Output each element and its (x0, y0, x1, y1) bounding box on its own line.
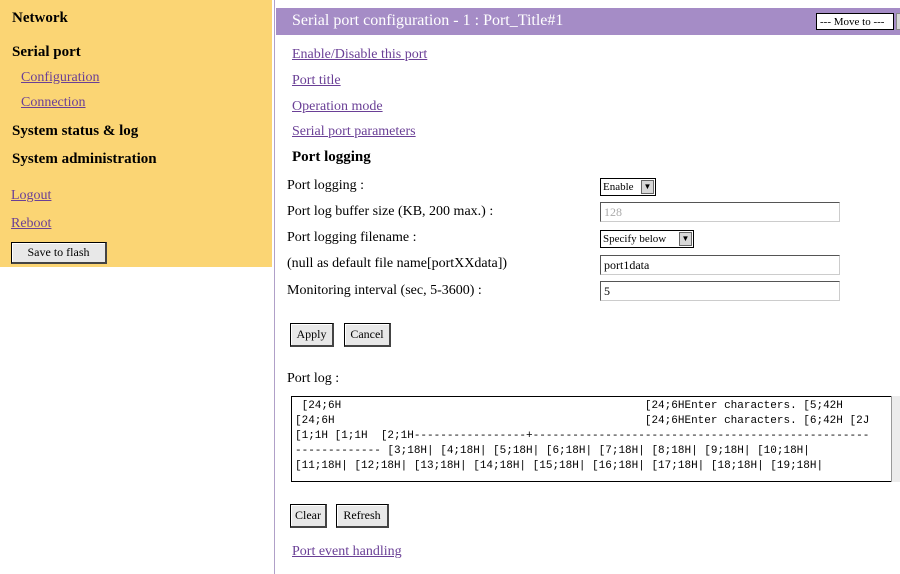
port-event-handling-link[interactable]: Port event handling (292, 544, 402, 560)
filename-field[interactable]: port1data (600, 255, 840, 275)
sidebar-item-configuration[interactable]: Configuration (21, 70, 100, 86)
move-to-select[interactable]: --- Move to --- (816, 13, 894, 30)
chevron-down-icon: ▼ (679, 232, 692, 246)
port-logging-value: Enable (603, 181, 634, 193)
chevron-down-icon: ▼ (641, 180, 654, 194)
cancel-button[interactable]: Cancel (344, 323, 391, 347)
save-to-flash-button[interactable]: Save to flash (11, 242, 107, 264)
logout-link[interactable]: Logout (11, 188, 51, 204)
port-title-link[interactable]: Port title (292, 73, 341, 89)
port-logging-label: Port logging : (287, 178, 365, 193)
log-line: ------------- [3;18H| [4;18H| [5;18H| [6… (295, 445, 810, 457)
sidebar-item-network[interactable]: Network (12, 10, 68, 27)
monitoring-interval-label: Monitoring interval (sec, 5-3600) : (287, 283, 482, 298)
logging-filename-label: Port logging filename : (287, 230, 417, 245)
buffer-size-field[interactable]: 128 (600, 202, 840, 222)
log-line: [24;6H [24;6HEnter characters. [6;42H [2… (295, 415, 870, 427)
port-log-textarea[interactable]: [24;6H [24;6HEnter characters. [5;42H [2… (291, 396, 900, 482)
log-scrollbar[interactable] (891, 396, 900, 482)
default-filename-label: (null as default file name[portXXdata]) (287, 256, 508, 271)
page-title: Serial port configuration - 1 : Port_Tit… (292, 12, 564, 29)
section-title: Port logging (292, 149, 371, 165)
sidebar: Network Serial port Configuration Connec… (0, 0, 272, 267)
logging-filename-select[interactable]: Specify below ▼ (600, 230, 694, 248)
port-log-content: [24;6H [24;6HEnter characters. [5;42H [2… (295, 399, 890, 481)
log-line: [11;18H| [12;18H| [13;18H| [14;18H| [15;… (295, 460, 824, 472)
refresh-button[interactable]: Refresh (336, 504, 389, 528)
operation-mode-link[interactable]: Operation mode (292, 99, 383, 115)
sidebar-item-connection[interactable]: Connection (21, 95, 86, 111)
divider-line (274, 0, 275, 574)
enable-disable-port-link[interactable]: Enable/Disable this port (292, 47, 427, 63)
buffer-size-label: Port log buffer size (KB, 200 max.) : (287, 204, 494, 219)
clear-button[interactable]: Clear (290, 504, 327, 528)
logging-filename-option: Specify below (603, 233, 667, 245)
log-line: [1;1H [1;1H [2;1H-----------------+-----… (295, 430, 870, 442)
log-line: [24;6H [24;6HEnter characters. [5;42H (295, 400, 843, 412)
port-log-label: Port log : (287, 371, 340, 386)
page-header: Serial port configuration - 1 : Port_Tit… (276, 8, 900, 35)
reboot-link[interactable]: Reboot (11, 216, 51, 232)
sidebar-item-serial-port[interactable]: Serial port (12, 44, 81, 61)
port-logging-select[interactable]: Enable ▼ (600, 178, 656, 196)
serial-port-parameters-link[interactable]: Serial port parameters (292, 124, 416, 140)
move-to-scroll-handle[interactable] (896, 13, 900, 30)
sidebar-item-system-status[interactable]: System status & log (12, 123, 138, 140)
monitoring-interval-field[interactable]: 5 (600, 281, 840, 301)
apply-button[interactable]: Apply (290, 323, 334, 347)
sidebar-item-system-admin[interactable]: System administration (12, 151, 157, 168)
